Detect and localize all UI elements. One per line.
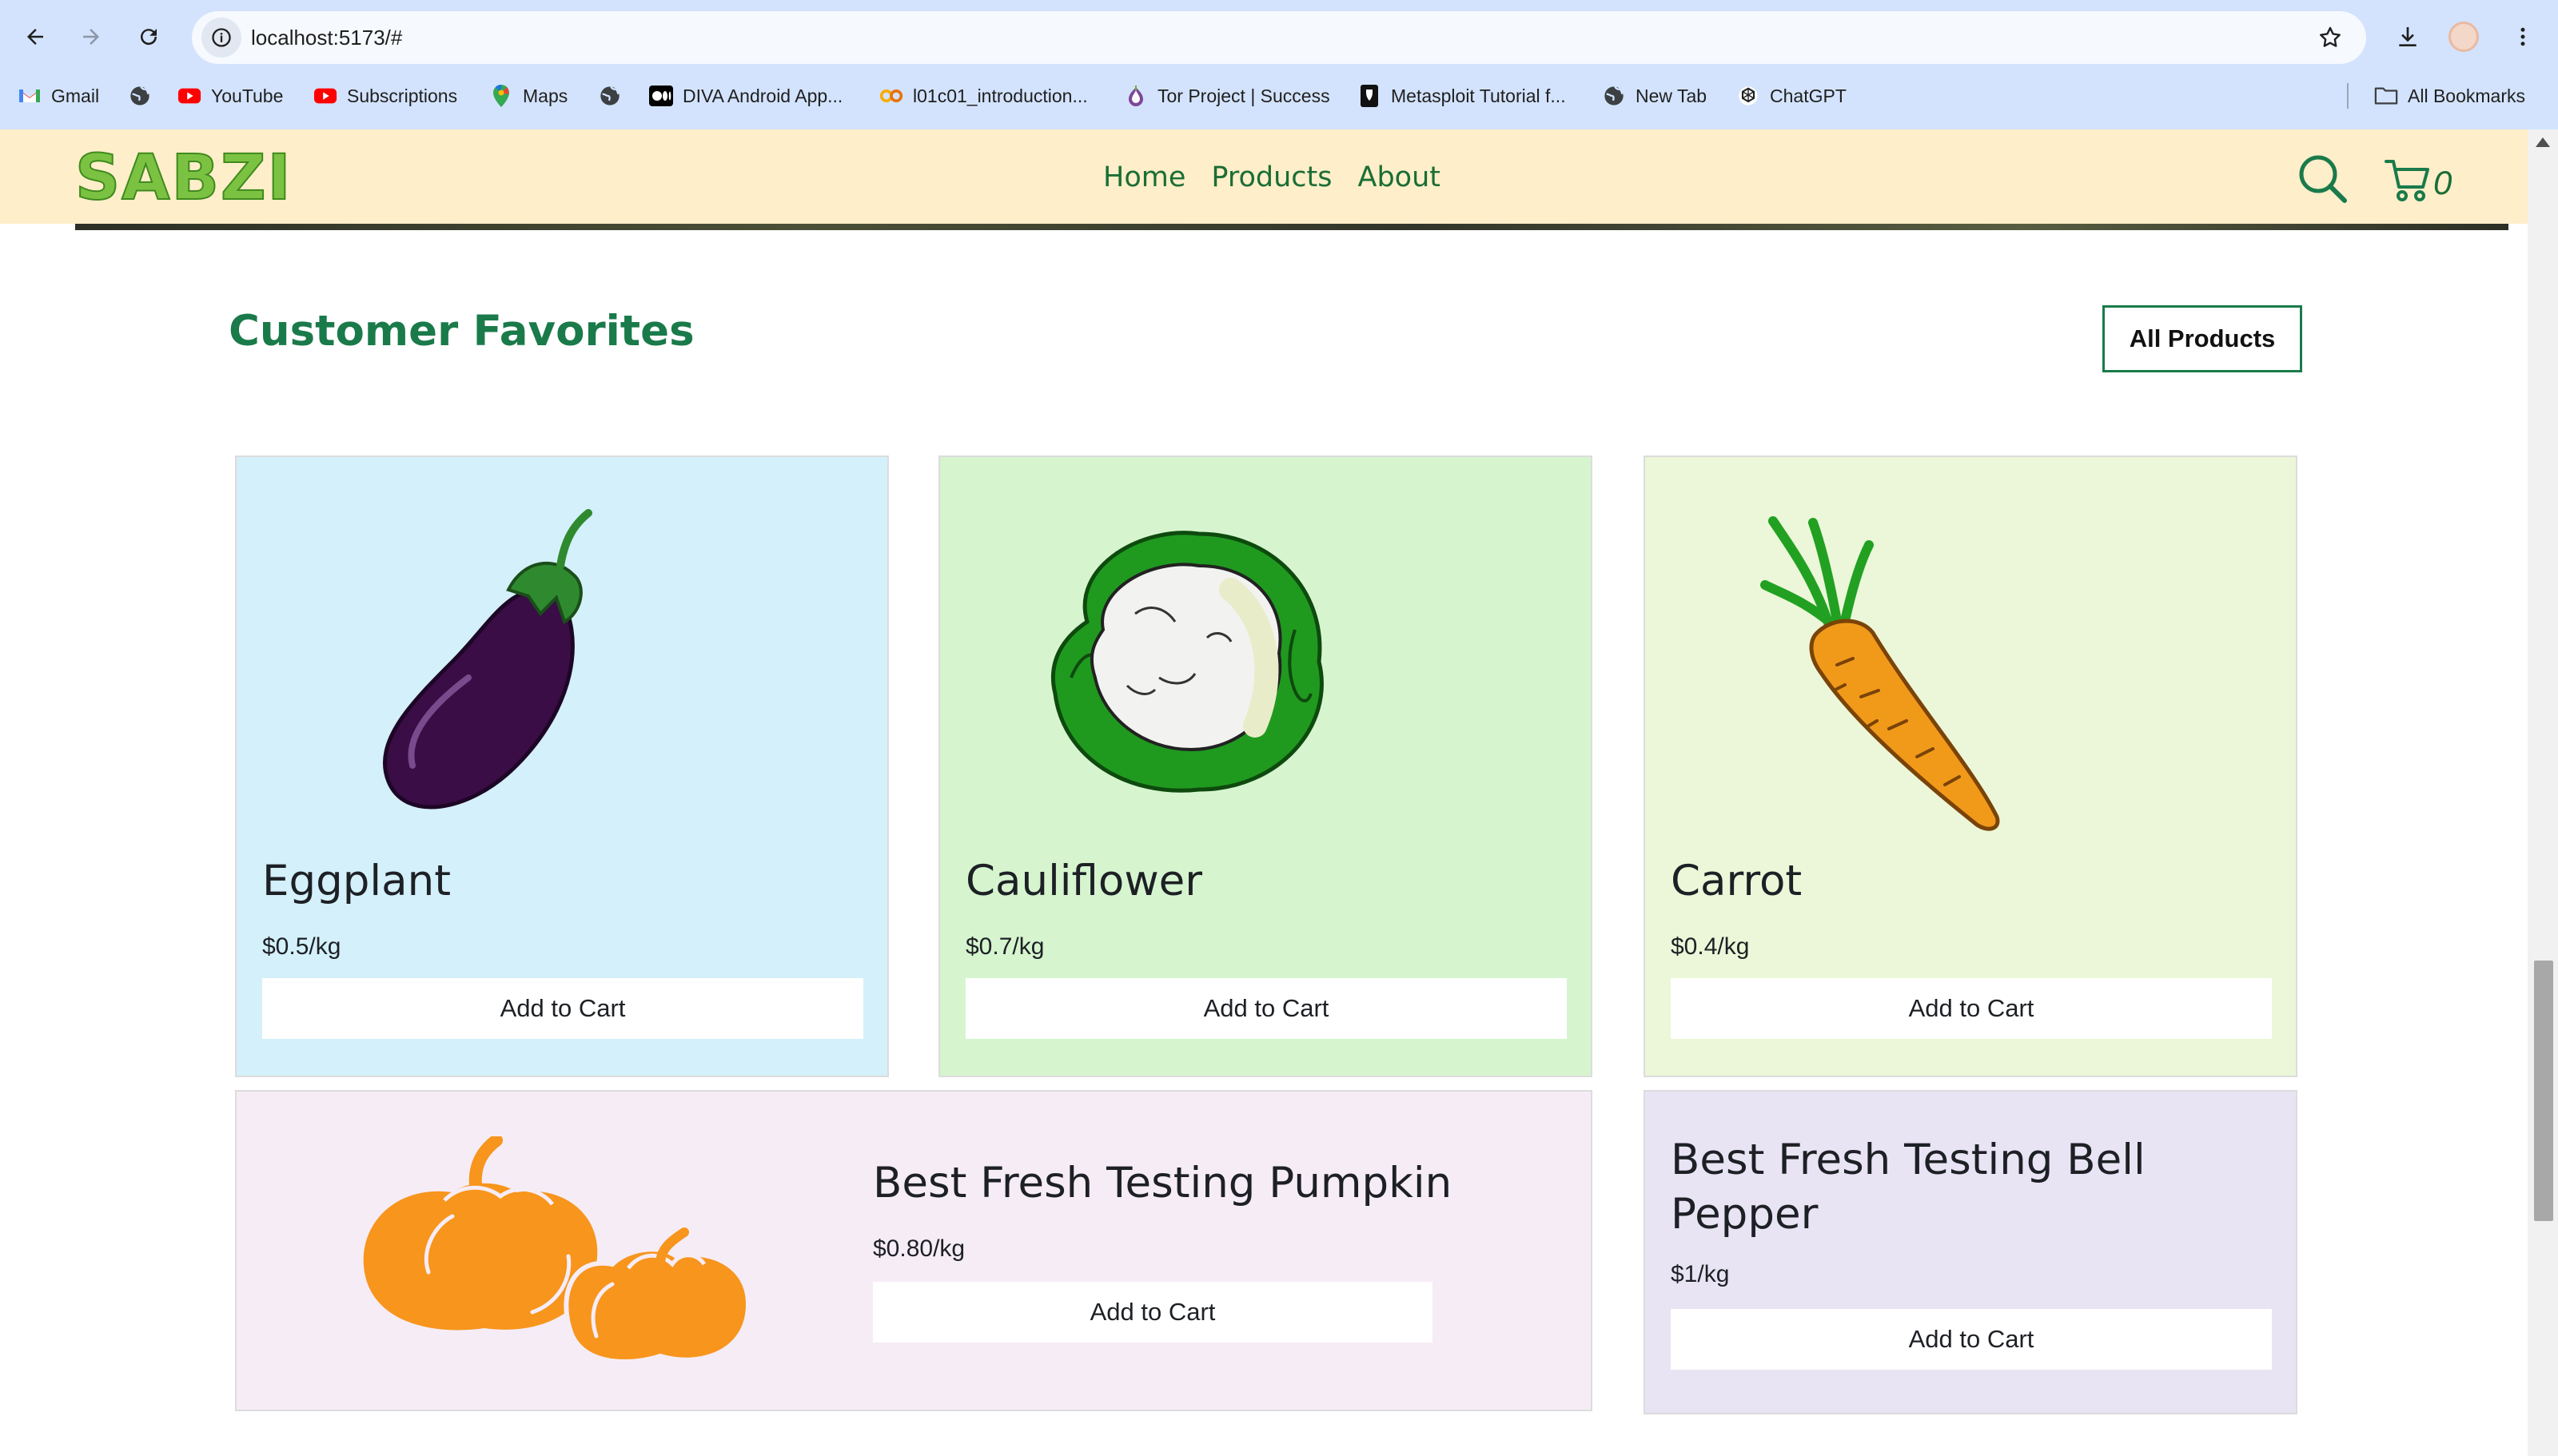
product-name[interactable]: Eggplant bbox=[262, 857, 451, 905]
site-info-icon[interactable] bbox=[201, 18, 241, 58]
bookmark-globe[interactable] bbox=[128, 80, 161, 112]
product-price: $0.80/kg bbox=[873, 1235, 966, 1262]
maps-pin-icon bbox=[489, 84, 513, 108]
bookmarks-bar: Gmail YouTube Subscriptions Maps DIVA An… bbox=[0, 74, 2558, 118]
scrollbar-thumb[interactable] bbox=[2534, 961, 2553, 1221]
cauliflower-image bbox=[1050, 531, 1324, 793]
product-price: $0.7/kg bbox=[966, 933, 1045, 960]
cart-count: 0 bbox=[2433, 164, 2452, 201]
main-nav: Home Products About bbox=[1103, 161, 1440, 193]
chatgpt-icon bbox=[1736, 84, 1760, 108]
page-viewport: SABZI Home Products About 0 Customer Fav… bbox=[0, 129, 2528, 1456]
product-price: $0.5/kg bbox=[262, 933, 341, 960]
site-header: SABZI Home Products About 0 bbox=[0, 129, 2528, 224]
reload-button[interactable] bbox=[126, 14, 171, 59]
browser-chrome: localhost:5173/# Gmail YouTube Subscript… bbox=[0, 0, 2558, 129]
globe-icon bbox=[128, 84, 152, 108]
carrot-image bbox=[1760, 516, 2000, 831]
product-card-pumpkin: Best Fresh Testing Pumpkin $0.80/kg Add … bbox=[235, 1090, 1592, 1411]
scroll-up-arrow-icon[interactable] bbox=[2536, 137, 2550, 147]
product-name[interactable]: Carrot bbox=[1671, 857, 1802, 905]
page-scrollbar[interactable] bbox=[2528, 129, 2558, 1456]
add-to-cart-button[interactable]: Add to Cart bbox=[1671, 1309, 2272, 1370]
youtube-icon bbox=[177, 84, 201, 108]
globe-icon bbox=[598, 84, 622, 108]
add-to-cart-button[interactable]: Add to Cart bbox=[966, 978, 1567, 1039]
site-logo[interactable]: SABZI bbox=[74, 146, 293, 210]
nav-home[interactable]: Home bbox=[1103, 161, 1185, 193]
product-card-bell-pepper: Best Fresh Testing Bell Pepper $1/kg Add… bbox=[1644, 1090, 2297, 1414]
bookmark-label: All Bookmarks bbox=[2408, 85, 2525, 106]
nav-about[interactable]: About bbox=[1358, 161, 1440, 193]
search-icon[interactable] bbox=[2296, 152, 2349, 205]
pumpkin-image bbox=[363, 1136, 748, 1365]
bookmark-youtube[interactable]: YouTube bbox=[177, 80, 283, 112]
bookmark-colab[interactable]: l01c01_introduction... bbox=[879, 80, 1088, 112]
all-products-button[interactable]: All Products bbox=[2102, 305, 2302, 372]
back-button[interactable] bbox=[13, 14, 58, 59]
bookmark-subscriptions[interactable]: Subscriptions bbox=[313, 80, 457, 112]
tor-onion-icon bbox=[1124, 84, 1148, 108]
bookmark-diva[interactable]: DIVA Android App... bbox=[649, 80, 843, 112]
product-name[interactable]: Best Fresh Testing Pumpkin bbox=[873, 1159, 1452, 1207]
forward-button[interactable] bbox=[69, 14, 114, 59]
gmail-icon bbox=[18, 84, 42, 108]
browser-toolbar: localhost:5173/# bbox=[0, 0, 2558, 74]
downloads-icon[interactable] bbox=[2385, 14, 2430, 59]
colab-icon bbox=[879, 84, 903, 108]
bookmark-label: Gmail bbox=[51, 85, 100, 106]
globe-icon bbox=[1602, 84, 1626, 108]
bookmark-label: l01c01_introduction... bbox=[913, 85, 1088, 106]
bookmark-metasploit[interactable]: Metasploit Tutorial f... bbox=[1357, 80, 1566, 112]
profile-avatar[interactable] bbox=[2441, 14, 2486, 59]
bookmark-gmail[interactable]: Gmail bbox=[18, 80, 99, 112]
section-title: Customer Favorites bbox=[229, 307, 695, 356]
eggplant-image bbox=[383, 509, 592, 810]
youtube-icon bbox=[313, 84, 337, 108]
bookmark-maps[interactable]: Maps bbox=[489, 80, 568, 112]
product-price: $1/kg bbox=[1671, 1261, 1730, 1287]
bookmark-label: Tor Project | Success bbox=[1157, 85, 1330, 106]
add-to-cart-button[interactable]: Add to Cart bbox=[873, 1282, 1432, 1343]
bookmark-chatgpt[interactable]: ChatGPT bbox=[1736, 80, 1847, 112]
folder-icon bbox=[2374, 84, 2398, 108]
bookmark-label: ChatGPT bbox=[1770, 85, 1847, 106]
product-price: $0.4/kg bbox=[1671, 933, 1750, 960]
bookmark-label: New Tab bbox=[1636, 85, 1707, 106]
forward-arrow-icon bbox=[83, 29, 99, 45]
all-bookmarks-button[interactable]: All Bookmarks bbox=[2374, 80, 2525, 112]
browser-menu-icon[interactable] bbox=[2500, 14, 2545, 59]
nav-products[interactable]: Products bbox=[1211, 161, 1332, 193]
product-card-cauliflower: Cauliflower $0.7/kg Add to Cart bbox=[938, 455, 1592, 1077]
bookmark-label: DIVA Android App... bbox=[683, 85, 843, 106]
bookmarks-separator bbox=[2347, 83, 2349, 109]
back-arrow-icon bbox=[27, 29, 43, 45]
reload-icon bbox=[141, 29, 157, 46]
bookmark-new-tab[interactable]: New Tab bbox=[1602, 80, 1707, 112]
bookmark-label: Maps bbox=[523, 85, 568, 106]
add-to-cart-button[interactable]: Add to Cart bbox=[1671, 978, 2272, 1039]
cart-button[interactable]: 0 bbox=[2384, 153, 2452, 203]
medium-icon bbox=[649, 84, 673, 108]
bookmark-star-icon[interactable] bbox=[2312, 19, 2349, 56]
url-text[interactable]: localhost:5173/# bbox=[251, 11, 402, 64]
metasploit-icon bbox=[1357, 84, 1381, 108]
hero-image-edge bbox=[75, 224, 2508, 230]
product-card-carrot: Carrot $0.4/kg Add to Cart bbox=[1644, 455, 2297, 1077]
bookmark-globe[interactable] bbox=[598, 80, 632, 112]
bookmark-tor[interactable]: Tor Project | Success bbox=[1124, 80, 1330, 112]
cart-icon bbox=[2385, 160, 2429, 201]
bookmark-label: Subscriptions bbox=[347, 85, 458, 106]
address-bar[interactable]: localhost:5173/# bbox=[192, 11, 2366, 64]
bookmark-label: Metasploit Tutorial f... bbox=[1391, 85, 1566, 106]
bookmark-label: YouTube bbox=[211, 85, 284, 106]
product-name[interactable]: Best Fresh Testing Bell Pepper bbox=[1671, 1133, 2262, 1242]
product-card-eggplant: Eggplant $0.5/kg Add to Cart bbox=[235, 455, 889, 1077]
add-to-cart-button[interactable]: Add to Cart bbox=[262, 978, 863, 1039]
product-name[interactable]: Cauliflower bbox=[966, 857, 1202, 905]
